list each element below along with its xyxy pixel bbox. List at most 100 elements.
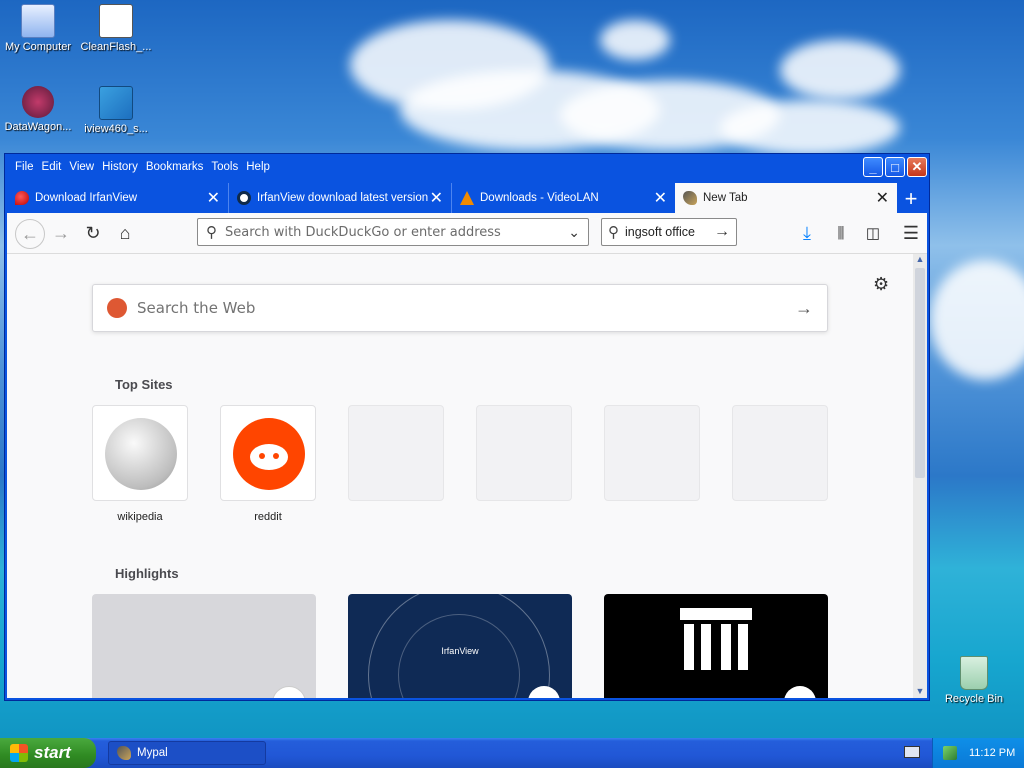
browser-window: File Edit View History Bookmarks Tools H…	[4, 153, 930, 701]
back-arrow-icon[interactable]: ←	[15, 219, 45, 249]
top-site-reddit[interactable]	[220, 405, 316, 501]
new-tab-page: ⚙ Search the Web → Top Sites wikipedia r…	[7, 254, 915, 698]
vlc-cone-icon	[460, 191, 474, 205]
top-site-placeholder	[604, 405, 700, 501]
maximize-button[interactable]: □	[885, 157, 905, 177]
taskbar-item-mypal[interactable]: Mypal	[108, 741, 266, 765]
mypal-bird-icon	[117, 746, 131, 760]
menu-tools[interactable]: Tools	[211, 161, 238, 173]
menu-view[interactable]: View	[69, 161, 94, 173]
nav-toolbar: ← → ↻ ⌂ ⚲ Search with DuckDuckGo or ente…	[7, 213, 927, 254]
system-tray: 11:12 PM	[932, 738, 1024, 768]
highlight-title: IrfanView	[441, 646, 479, 656]
desktop-icon-label: CleanFlash_...	[80, 41, 152, 53]
desktop-icon-label: DataWagon...	[4, 121, 72, 133]
tab-label: New Tab	[703, 192, 748, 204]
taskbar: start Mypal 11:12 PM	[0, 738, 1024, 768]
address-placeholder: Search with DuckDuckGo or enter address	[225, 224, 501, 240]
start-button[interactable]: start	[0, 738, 96, 768]
tab-close-icon[interactable]: ✕	[207, 188, 220, 208]
home-icon[interactable]: ⌂	[113, 221, 137, 245]
desktop-icon-my-computer[interactable]: My Computer	[0, 4, 76, 53]
highlight-card-irfanview[interactable]: IrfanView	[348, 594, 572, 698]
computer-icon	[21, 4, 55, 38]
tab-close-icon[interactable]: ✕	[876, 188, 889, 208]
magnifier-icon: ⚲	[608, 224, 619, 241]
add-circle-icon[interactable]	[784, 686, 816, 698]
taskbar-item-label: Mypal	[137, 747, 168, 759]
minimize-button[interactable]: _	[863, 157, 883, 177]
top-site-label: reddit	[254, 511, 282, 523]
tab-strip: Download IrfanView ✕ IrfanView download …	[7, 183, 927, 213]
close-window-button[interactable]: ✕	[907, 157, 927, 177]
wikipedia-globe-icon	[105, 418, 177, 490]
tab-close-icon[interactable]: ✕	[654, 188, 667, 208]
new-tab-plus-icon[interactable]: +	[899, 186, 923, 212]
tab-label: Downloads - VideoLAN	[480, 192, 599, 204]
search-bar-value: ingsoft office	[625, 225, 695, 239]
desktop-icon-iview[interactable]: iview460_s...	[78, 86, 154, 135]
desktop-icon-label: My Computer	[4, 41, 72, 53]
gear-icon[interactable]: ⚙	[873, 274, 889, 295]
menu-bookmarks[interactable]: Bookmarks	[146, 161, 204, 173]
top-site-label: wikipedia	[117, 511, 163, 523]
forward-arrow-icon[interactable]: →	[49, 221, 73, 245]
web-search-box[interactable]: Search the Web →	[92, 284, 828, 332]
pushpin-icon	[15, 191, 29, 205]
desktop-icon-datawagon[interactable]: DataWagon...	[0, 86, 76, 133]
windows-flag-icon	[10, 744, 28, 762]
tab-label: Download IrfanView	[35, 192, 138, 204]
menu-edit[interactable]: Edit	[42, 161, 62, 173]
reddit-alien-icon	[233, 418, 305, 490]
highlight-card-archive[interactable]	[604, 594, 828, 698]
duckduckgo-icon	[107, 298, 127, 318]
datawagon-icon	[22, 86, 54, 118]
scrollbar-thumb[interactable]	[915, 268, 925, 478]
download-icon[interactable]: ⤓	[795, 221, 819, 245]
desktop-icon-label: iview460_s...	[84, 123, 148, 135]
start-label: start	[34, 743, 71, 762]
desktop-icon-recycle-bin[interactable]: Recycle Bin	[936, 656, 1012, 705]
library-icon[interactable]: ⫼	[829, 221, 853, 245]
menu-history[interactable]: History	[102, 161, 138, 173]
menu-help[interactable]: Help	[246, 161, 270, 173]
menu-bar: File Edit View History Bookmarks Tools H…	[7, 154, 927, 180]
tab-label: IrfanView download latest version	[257, 192, 429, 204]
search-bar[interactable]: ⚲ ingsoft office →	[601, 218, 737, 246]
clock: 11:12 PM	[969, 747, 1016, 759]
highlight-card-blank[interactable]	[92, 594, 316, 698]
tab-close-icon[interactable]: ✕	[430, 188, 443, 208]
tab-videolan[interactable]: Downloads - VideoLAN ✕	[452, 183, 675, 213]
sidebar-icon[interactable]: ◫	[861, 221, 885, 245]
tab-new-tab[interactable]: New Tab ✕	[675, 183, 897, 213]
archive-building-icon	[680, 608, 752, 680]
tab-download-irfanview[interactable]: Download IrfanView ✕	[7, 183, 229, 213]
top-sites-title: Top Sites	[115, 377, 173, 392]
vertical-scrollbar[interactable]: ▲ ▼	[913, 254, 927, 698]
reload-icon[interactable]: ↻	[81, 221, 105, 245]
top-site-placeholder	[348, 405, 444, 501]
web-search-placeholder: Search the Web	[137, 299, 256, 317]
chevron-down-icon[interactable]: ⌄	[568, 224, 580, 241]
recycle-bin-icon	[960, 656, 988, 690]
highlights-title: Highlights	[115, 566, 179, 581]
desktop-icon-cleanflash[interactable]: CleanFlash_...	[78, 4, 154, 53]
scroll-up-icon[interactable]: ▲	[913, 254, 927, 266]
top-site-placeholder	[732, 405, 828, 501]
add-circle-icon[interactable]	[272, 686, 306, 698]
keyboard-icon[interactable]	[904, 746, 920, 758]
magnifier-icon: ⚲	[206, 224, 217, 241]
menu-file[interactable]: File	[15, 161, 34, 173]
site-circle-icon	[237, 191, 251, 205]
mypal-bird-icon	[683, 191, 697, 205]
scroll-down-icon[interactable]: ▼	[913, 686, 927, 698]
top-site-placeholder	[476, 405, 572, 501]
hamburger-menu-icon[interactable]: ☰	[899, 221, 923, 245]
arrow-right-icon[interactable]: →	[795, 298, 813, 319]
go-arrow-icon[interactable]: →	[714, 223, 730, 241]
tab-irfanview-latest[interactable]: IrfanView download latest version ✕	[229, 183, 452, 213]
desktop-icon-label: Recycle Bin	[944, 693, 1004, 705]
address-bar[interactable]: ⚲ Search with DuckDuckGo or enter addres…	[197, 218, 589, 246]
network-icon[interactable]	[943, 746, 957, 760]
top-site-wikipedia[interactable]	[92, 405, 188, 501]
